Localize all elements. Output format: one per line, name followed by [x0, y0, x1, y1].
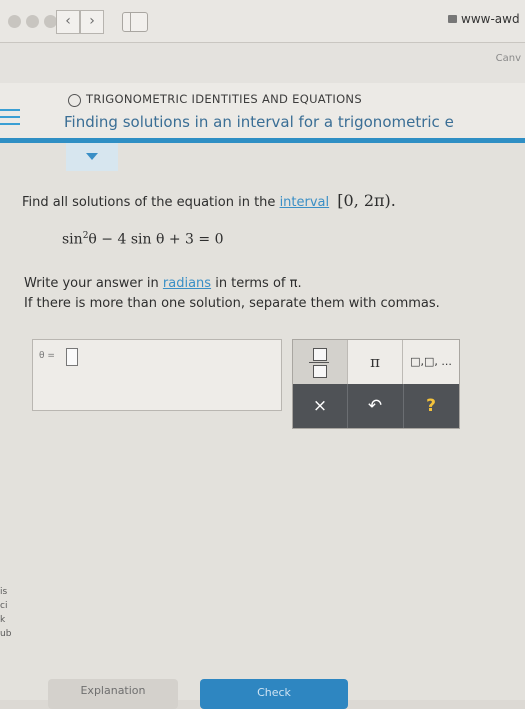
instruction-radians: Write your answer in radians in terms of… — [24, 276, 302, 291]
undo-button[interactable]: ↶ — [348, 384, 402, 428]
address-bar[interactable]: www-awd — [448, 12, 520, 26]
interval-value: [0, 2π). — [337, 191, 396, 210]
tab-label[interactable]: Canv — [496, 53, 521, 64]
window-dot[interactable] — [26, 15, 39, 28]
radians-link[interactable]: radians — [163, 276, 211, 291]
math-keypad: π □,□, ... × ↶ ? — [292, 339, 460, 429]
topic-title: Finding solutions in an interval for a t… — [64, 113, 454, 131]
fraction-key[interactable] — [293, 340, 347, 384]
topic-header: TRIGONOMETRIC IDENTITIES AND EQUATIONS F… — [0, 83, 525, 143]
edge-text: ub — [0, 629, 12, 639]
edge-text: is — [0, 587, 8, 597]
question-panel: Find all solutions of the equation in th… — [0, 143, 525, 709]
equation-rest: θ − 4 sin θ + 3 = 0 — [88, 231, 224, 248]
url-text: www-awd — [461, 12, 520, 26]
sidebar-toggle-button[interactable] — [122, 12, 148, 32]
window-dot[interactable] — [8, 15, 21, 28]
answer-label: θ = — [39, 351, 55, 361]
edge-text: k — [0, 615, 6, 625]
answer-slot[interactable] — [66, 348, 78, 366]
lock-icon — [448, 15, 457, 23]
forward-button[interactable]: › — [80, 10, 104, 34]
instruction-suffix: in terms of π. — [215, 276, 302, 291]
question-prompt: Find all solutions of the equation in th… — [22, 191, 396, 210]
browser-toolbar: ‹ › www-awd — [0, 0, 525, 43]
back-button[interactable]: ‹ — [56, 10, 80, 34]
tab-bar: Canv — [0, 43, 525, 83]
answer-input[interactable]: θ = — [32, 339, 282, 411]
equation: sin2θ − 4 sin θ + 3 = 0 — [62, 231, 223, 248]
clear-button[interactable]: × — [293, 384, 347, 428]
instruction-prefix: Write your answer in — [24, 276, 159, 291]
check-button[interactable]: Check — [200, 679, 348, 709]
equation-prefix: sin — [62, 231, 83, 248]
explanation-button[interactable]: Explanation — [48, 679, 178, 709]
collapse-chevron-button[interactable] — [66, 143, 118, 171]
progress-circle-icon — [68, 94, 81, 107]
help-button[interactable]: ? — [404, 384, 458, 428]
list-key[interactable]: □,□, ... — [403, 340, 459, 384]
fraction-denominator-icon — [313, 365, 327, 378]
topic-category: TRIGONOMETRIC IDENTITIES AND EQUATIONS — [86, 92, 362, 106]
edge-text: ci — [0, 601, 8, 611]
pi-key[interactable]: π — [348, 340, 402, 384]
keypad-action-row: × ↶ ? — [293, 384, 459, 428]
menu-icon[interactable] — [0, 109, 20, 130]
instruction-commas: If there is more than one solution, sepa… — [24, 296, 440, 311]
fraction-numerator-icon — [313, 348, 327, 361]
prompt-text: Find all solutions of the equation in th… — [22, 195, 276, 210]
interval-link[interactable]: interval — [280, 195, 330, 210]
